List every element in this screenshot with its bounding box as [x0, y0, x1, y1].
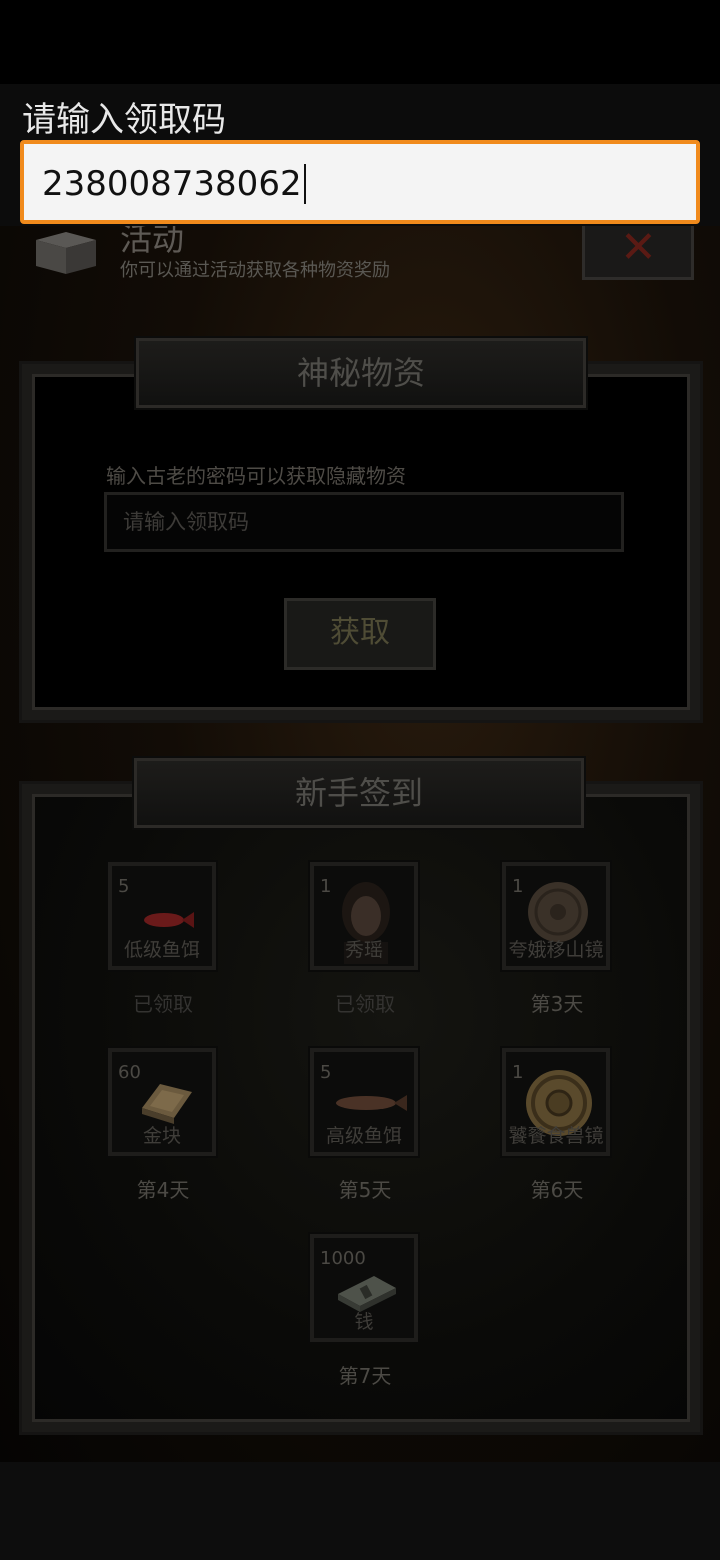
input-dialog-label: 请输入领取码: [22, 100, 226, 140]
reward-status: 已领取: [335, 992, 395, 1016]
claim-button[interactable]: 获取: [284, 598, 436, 670]
reward-status: 第4天: [136, 1178, 190, 1202]
reward-item-day4[interactable]: 60 金块 第4天: [108, 1048, 218, 1203]
reward-tile: 1000 钱: [310, 1234, 418, 1342]
redeem-code-field[interactable]: 请输入领取码: [104, 492, 624, 552]
supply-box-icon: [36, 232, 96, 274]
reward-name: 夸娥移山镜: [508, 939, 604, 961]
bottom-navigation-area: [0, 1462, 720, 1560]
reward-status: 第5天: [338, 1178, 392, 1202]
reward-tile: 1 夸娥移山镜: [502, 862, 610, 970]
reward-name: 饕餮食兽镜: [508, 1125, 604, 1147]
redeem-hint: 输入古老的密码可以获取隐藏物资: [106, 464, 406, 488]
close-icon[interactable]: ✕: [620, 224, 657, 272]
reward-tile: 5 高级鱼饵: [310, 1048, 418, 1156]
mystery-supplies-banner: 神秘物资: [136, 338, 586, 408]
reward-quantity: 5: [118, 876, 130, 897]
reward-status: 已领取: [133, 992, 193, 1016]
reward-name: 低级鱼饵: [123, 939, 200, 961]
reward-tile: 1 秀瑶: [310, 862, 418, 970]
status-bar: [0, 0, 720, 84]
reward-quantity: 60: [118, 1062, 141, 1083]
reward-quantity: 1: [512, 876, 524, 897]
reward-quantity: 1: [320, 876, 332, 897]
redeem-code-input[interactable]: 238008738062: [20, 140, 700, 224]
reward-name: 钱: [354, 1311, 374, 1333]
gold-ingot-icon: [142, 1084, 192, 1124]
reward-quantity: 5: [320, 1062, 332, 1083]
reward-item-day1[interactable]: 5 低级鱼饵 已领取: [108, 862, 218, 1017]
reward-name: 高级鱼饵: [325, 1125, 402, 1147]
reward-quantity: 1000: [320, 1248, 366, 1269]
reward-name: 秀瑶: [344, 939, 383, 961]
reward-tile: 60 金块: [108, 1048, 216, 1156]
reward-item-day6[interactable]: 1 饕餮食兽镜 第6天: [502, 1048, 612, 1203]
reward-name: 金块: [142, 1125, 181, 1147]
reward-status: 第6天: [530, 1178, 584, 1202]
redeem-code-value: 238008738062: [42, 164, 302, 204]
reward-item-day2[interactable]: 1 秀瑶 已领取: [310, 862, 420, 1017]
reward-tile: 5 低级鱼饵: [108, 862, 216, 970]
newbie-signin-banner: 新手签到: [134, 758, 584, 828]
reward-status: 第3天: [530, 992, 584, 1016]
brown-fish-icon: [336, 1095, 407, 1111]
text-caret: [303, 164, 306, 204]
cash-stack-icon: [338, 1276, 396, 1312]
reward-item-day5[interactable]: 5 高级鱼饵 第5天: [310, 1048, 420, 1203]
reward-quantity: 1: [512, 1062, 524, 1083]
reward-tile: 1 饕餮食兽镜: [502, 1048, 610, 1156]
reward-item-day3[interactable]: 1 夸娥移山镜 第3天: [502, 862, 612, 1017]
red-fish-icon: [144, 912, 194, 928]
activity-subtitle: 你可以通过活动获取各种物资奖励: [120, 260, 390, 281]
reward-item-day7[interactable]: 1000 钱 第7天: [310, 1234, 420, 1389]
reward-status: 第7天: [338, 1364, 392, 1388]
